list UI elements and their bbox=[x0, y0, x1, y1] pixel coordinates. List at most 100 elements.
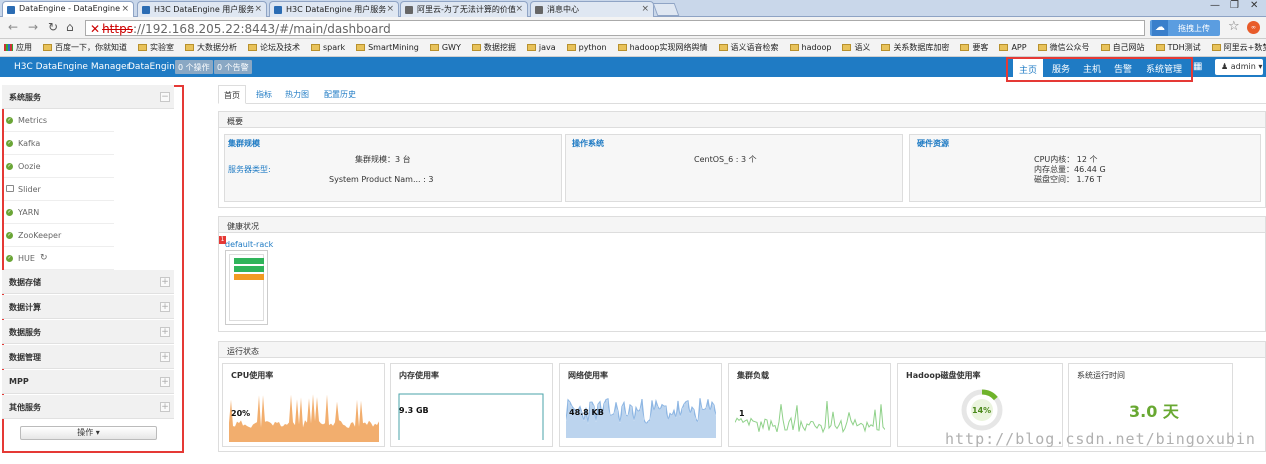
host-bar-ok[interactable] bbox=[234, 266, 264, 272]
operations-button[interactable]: 操作 ▾ bbox=[20, 426, 157, 440]
tab-config-history[interactable]: 配置历史 bbox=[324, 89, 356, 100]
close-icon[interactable]: × bbox=[254, 4, 262, 14]
new-tab-button[interactable] bbox=[652, 3, 680, 16]
sidebar-section[interactable]: 数据计算 + bbox=[2, 295, 174, 319]
bookmark-item[interactable]: 要客 bbox=[960, 42, 988, 53]
bookmark-item[interactable]: 百度一下，你就知道 bbox=[43, 42, 127, 53]
network-usage-card[interactable]: 网络使用率 48.8 KB bbox=[559, 363, 722, 447]
sidebar-service-zookeeper[interactable]: ✓ ZooKeeper bbox=[4, 225, 114, 247]
cluster-scale-box: 集群规模 集群规模：3 台 服务器类型: System Product Nam.… bbox=[224, 134, 562, 202]
section-label: 系统服务 bbox=[9, 93, 41, 102]
bookmark-label: hadoop实现网络舆情 bbox=[629, 43, 708, 52]
collapse-icon[interactable]: − bbox=[160, 92, 170, 102]
url-input[interactable]: ✕ https://192.168.205.22:8443/#/main/dash… bbox=[85, 20, 1145, 36]
cluster-load-value: 1 bbox=[739, 409, 745, 418]
bookmark-item[interactable]: spark bbox=[311, 43, 345, 52]
bookmark-item[interactable]: 实验室 bbox=[138, 42, 174, 53]
sidebar-service-kafka[interactable]: ✓ Kafka bbox=[4, 133, 114, 155]
operations-badge[interactable]: 0 个操作 bbox=[175, 60, 213, 74]
bookmark-item[interactable]: hadoop bbox=[789, 43, 831, 52]
sidebar-section[interactable]: 系统服务 − bbox=[2, 85, 174, 109]
bookmark-item[interactable]: hadoop实现网络舆情 bbox=[617, 42, 708, 53]
sidebar-section[interactable]: 数据服务 + bbox=[2, 320, 174, 344]
host-bar-warning[interactable] bbox=[234, 274, 264, 280]
bookmark-item[interactable]: 应用 bbox=[4, 42, 32, 53]
tab-heatmap[interactable]: 热力图 bbox=[285, 89, 309, 100]
cpu-usage-card[interactable]: CPU使用率 20% bbox=[222, 363, 385, 447]
tab-metrics[interactable]: 指标 bbox=[256, 89, 272, 100]
bookmark-item[interactable]: 自己网站 bbox=[1100, 42, 1145, 53]
close-icon[interactable]: × bbox=[386, 4, 394, 14]
refresh-icon[interactable]: ↻ bbox=[40, 253, 48, 263]
apps-grid-icon[interactable]: ▦ bbox=[1193, 61, 1202, 72]
bookmark-item[interactable]: APP bbox=[999, 43, 1027, 52]
sidebar-service-metrics[interactable]: ✓ Metrics bbox=[4, 110, 114, 132]
host-bar-ok[interactable] bbox=[234, 258, 264, 264]
browser-tab[interactable]: 消息中心 × bbox=[530, 1, 654, 17]
user-menu[interactable]: ♟ admin ▾ bbox=[1215, 59, 1263, 75]
sidebar-section[interactable]: 其他服务 + bbox=[2, 395, 174, 419]
back-arrow-icon[interactable]: ← bbox=[8, 20, 18, 34]
overview-panel: 概要 集群规模 集群规模：3 台 服务器类型: System Product N… bbox=[218, 111, 1266, 208]
upload-label: 拖拽上传 bbox=[1178, 24, 1210, 33]
home-icon[interactable]: ⌂ bbox=[66, 20, 74, 34]
sidebar-service-yarn[interactable]: ✓ YARN bbox=[4, 202, 114, 224]
expand-icon[interactable]: + bbox=[160, 302, 170, 312]
close-icon[interactable]: × bbox=[121, 4, 129, 14]
sidebar-service-hue[interactable]: ✓ HUE ↻ bbox=[4, 248, 114, 270]
close-icon[interactable]: × bbox=[641, 4, 649, 14]
expand-icon[interactable]: + bbox=[160, 377, 170, 387]
window-close-icon[interactable]: ✕ bbox=[1250, 0, 1258, 11]
bookmark-item[interactable]: 语义语音检索 bbox=[718, 42, 779, 53]
close-icon[interactable]: × bbox=[515, 4, 523, 14]
app-name[interactable]: DataEngine bbox=[128, 62, 180, 72]
rack-link[interactable]: default-rack bbox=[225, 240, 273, 249]
browser-tab[interactable]: H3C DataEngine 用户服务 × bbox=[269, 1, 399, 17]
expand-icon[interactable]: + bbox=[160, 402, 170, 412]
bookmark-item[interactable]: GWY bbox=[429, 43, 461, 52]
rack-diagram[interactable] bbox=[225, 250, 268, 325]
expand-icon[interactable]: + bbox=[160, 352, 170, 362]
forward-arrow-icon[interactable]: → bbox=[28, 20, 38, 34]
sidebar-section[interactable]: MPP + bbox=[2, 370, 174, 394]
bookmark-item[interactable]: python bbox=[566, 43, 607, 52]
bookmark-item[interactable]: 大数据分析 bbox=[185, 42, 237, 53]
upload-extension-button[interactable]: ☁ 拖拽上传 bbox=[1150, 20, 1220, 36]
bookmark-item[interactable]: java bbox=[526, 43, 556, 52]
bookmark-item[interactable]: TDH测试 bbox=[1155, 42, 1201, 53]
bookmark-item[interactable]: 论坛及技术 bbox=[248, 42, 300, 53]
extension-icon[interactable]: ∞ bbox=[1247, 21, 1260, 34]
bookmark-item[interactable]: 语义 bbox=[842, 42, 870, 53]
memory-usage-value: 9.3 GB bbox=[399, 406, 429, 415]
bookmark-item[interactable]: SmartMining bbox=[356, 43, 419, 52]
bookmark-item[interactable]: 关系数据库加密 bbox=[881, 42, 949, 53]
reload-icon[interactable]: ↻ bbox=[48, 20, 58, 34]
browser-tab[interactable]: 阿里云-为了无法计算的价值 × bbox=[400, 1, 528, 17]
sidebar-service-slider[interactable]: Slider bbox=[4, 179, 114, 201]
service-name: HUE bbox=[18, 254, 35, 263]
highlight-box-nav bbox=[1006, 57, 1193, 82]
expand-icon[interactable]: + bbox=[160, 327, 170, 337]
section-label: 数据计算 bbox=[9, 303, 41, 312]
bookmark-item[interactable]: 数据挖掘 bbox=[471, 42, 516, 53]
bookmark-item[interactable]: 阿里云+数梦 bbox=[1211, 42, 1266, 53]
sidebar-section[interactable]: 数据存储 + bbox=[2, 270, 174, 294]
tab-home[interactable]: 首页 bbox=[218, 85, 246, 104]
message-favicon-icon bbox=[535, 6, 543, 14]
minimize-icon[interactable]: — bbox=[1210, 0, 1220, 11]
bookmark-star-icon[interactable]: ☆ bbox=[1228, 19, 1240, 34]
maximize-icon[interactable]: ❐ bbox=[1230, 0, 1239, 11]
sidebar-section[interactable]: 数据管理 + bbox=[2, 345, 174, 369]
browser-tab[interactable]: H3C DataEngine 用户服务 × bbox=[137, 1, 267, 17]
memory-usage-card[interactable]: 内存使用率 9.3 GB bbox=[390, 363, 553, 447]
folder-icon bbox=[842, 44, 852, 51]
alerts-badge[interactable]: 0 个告警 bbox=[214, 60, 252, 74]
sidebar-service-oozie[interactable]: ✓ Oozie bbox=[4, 156, 114, 178]
browser-tab-active[interactable]: DataEngine - DataEngine × bbox=[2, 1, 134, 17]
bookmark-label: 语义语音检索 bbox=[730, 43, 779, 52]
cluster-load-card[interactable]: 集群负载 1 bbox=[728, 363, 891, 447]
app-title[interactable]: H3C DataEngine Manager bbox=[14, 62, 130, 72]
bookmark-item[interactable]: 微信公众号 bbox=[1037, 42, 1090, 53]
expand-icon[interactable]: + bbox=[160, 277, 170, 287]
bookmark-label: 应用 bbox=[16, 43, 32, 52]
